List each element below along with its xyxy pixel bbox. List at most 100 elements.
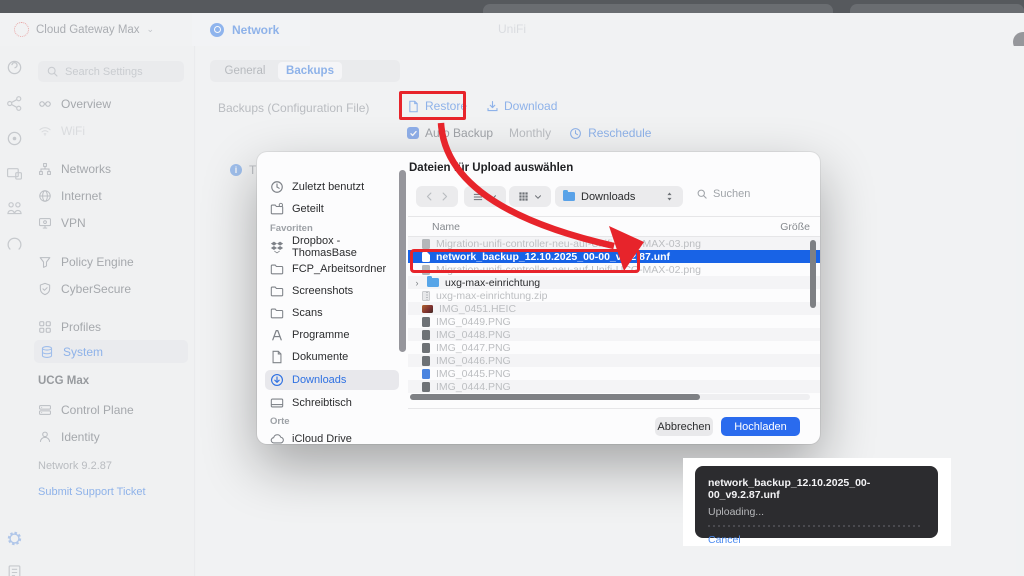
sidebar-item-programme[interactable]: Programme	[270, 326, 393, 344]
sidebar-item-dropbox[interactable]: Dropbox - ThomasBase	[270, 238, 393, 256]
file-name: IMG_0444.PNG	[436, 381, 511, 393]
item-label: iCloud Drive	[292, 433, 352, 445]
sidebar-item-schreibtisch[interactable]: Schreibtisch	[270, 394, 393, 412]
backup-file-icon	[422, 252, 430, 262]
toast-status: Uploading...	[708, 506, 925, 518]
horizontal-scrollbar-track	[410, 394, 810, 400]
file-row[interactable]: IMG_0447.PNG	[408, 341, 820, 354]
item-label: Geteilt	[292, 203, 324, 215]
image-file-icon	[422, 343, 430, 353]
forward-icon[interactable]	[439, 191, 450, 202]
sidebar-item-downloads[interactable]: Downloads	[265, 370, 399, 390]
sidebar-scrollbar[interactable]	[399, 170, 406, 352]
file-name: IMG_0447.PNG	[436, 342, 511, 354]
folder-icon	[563, 192, 575, 201]
image-file-icon	[422, 265, 430, 275]
dialog-search[interactable]	[696, 188, 783, 200]
sidebar-item-icloud-drive[interactable]: iCloud Drive	[270, 430, 393, 448]
dialog-title: Dateien für Upload auswählen	[409, 162, 573, 174]
item-label: Dropbox - ThomasBase	[292, 235, 393, 259]
sidebar-item-shared[interactable]: Geteilt	[270, 200, 393, 218]
item-label: Zuletzt benutzt	[292, 181, 364, 193]
file-name: uxg-max-einrichtung.zip	[436, 290, 547, 302]
vertical-scrollbar[interactable]	[810, 240, 816, 308]
item-label: Programme	[292, 329, 349, 341]
file-upload-dialog: Zuletzt benutzt Geteilt Favoriten Dropbo…	[257, 152, 820, 444]
shared-folder-icon	[270, 202, 284, 216]
sidebar-item-screenshots[interactable]: Screenshots	[270, 282, 393, 300]
list-view-button[interactable]	[464, 186, 506, 207]
places-heading: Orte	[270, 416, 290, 427]
disclosure-chevron-icon[interactable]: ›	[413, 278, 421, 288]
toast-filename: network_backup_12.10.2025_00-00_v9.2.87.…	[708, 477, 925, 501]
dialog-search-input[interactable]	[713, 188, 783, 200]
grid-view-button[interactable]	[509, 186, 551, 207]
downloads-icon	[270, 373, 284, 387]
horizontal-scrollbar[interactable]	[410, 394, 700, 400]
file-row[interactable]: IMG_0445.PNG	[408, 367, 820, 380]
folder-icon	[270, 262, 284, 276]
nav-back-forward	[416, 186, 458, 207]
toast-cancel-link[interactable]: Cancel	[708, 534, 925, 546]
upload-progress-bar	[708, 525, 923, 527]
zip-file-icon	[422, 291, 430, 301]
file-name: Migration-unifi-controller-neu-auf-Unifi…	[436, 264, 701, 276]
file-row[interactable]: IMG_0449.PNG	[408, 315, 820, 328]
file-row[interactable]: IMG_0444.PNG	[408, 380, 820, 393]
screen: Cloud Gateway Max ⌄ Network UniFi Overvi…	[0, 0, 1024, 576]
file-row[interactable]: uxg-max-einrichtung.zip	[408, 289, 820, 302]
image-file-icon	[422, 369, 430, 379]
document-icon	[270, 350, 284, 364]
image-file-icon	[422, 356, 430, 366]
chevron-down-icon	[533, 192, 543, 202]
item-label: Schreibtisch	[292, 397, 352, 409]
browser-tab[interactable]	[483, 4, 833, 13]
file-name: IMG_0446.PNG	[436, 355, 511, 367]
clock-icon	[270, 180, 284, 194]
file-row[interactable]: IMG_0446.PNG	[408, 354, 820, 367]
column-header-name[interactable]: Name	[432, 221, 460, 233]
upload-button[interactable]: Hochladen	[721, 417, 800, 436]
sidebar-item-scans[interactable]: Scans	[270, 304, 393, 322]
sidebar-item-fcp-arbeitsordner[interactable]: FCP_Arbeitsordner	[270, 260, 393, 278]
sidebar-item-recent[interactable]: Zuletzt benutzt	[270, 178, 393, 196]
image-file-icon	[422, 239, 430, 249]
item-label: FCP_Arbeitsordner	[292, 263, 386, 275]
folder-icon	[427, 278, 439, 287]
grid-view-icon	[518, 191, 529, 202]
item-label: Downloads	[292, 374, 346, 386]
file-name: IMG_0451.HEIC	[439, 303, 516, 315]
upload-toast: network_backup_12.10.2025_00-00_v9.2.87.…	[695, 466, 938, 538]
file-row-folder[interactable]: › uxg-max-einrichtung	[408, 276, 820, 289]
cancel-button[interactable]: Abbrechen	[655, 417, 713, 436]
browser-chrome-strip	[0, 0, 1024, 13]
file-name: uxg-max-einrichtung	[445, 277, 540, 289]
file-row[interactable]: Migration-unifi-controller-neu-auf-Unifi…	[408, 263, 820, 276]
sidebar-item-dokumente[interactable]: Dokumente	[270, 348, 393, 366]
item-label: Dokumente	[292, 351, 348, 363]
file-name: IMG_0445.PNG	[436, 368, 511, 380]
file-row[interactable]: IMG_0451.HEIC	[408, 302, 820, 315]
file-list: Migration-unifi-controller-neu-auf-Unifi…	[408, 237, 820, 393]
column-header-size[interactable]: Größe	[780, 221, 810, 233]
file-row-selected[interactable]: network_backup_12.10.2025_00-00_v9.2.87.…	[408, 250, 820, 263]
item-label: Scans	[292, 307, 323, 319]
file-name: IMG_0449.PNG	[436, 316, 511, 328]
dropbox-icon	[270, 240, 284, 254]
search-icon	[696, 188, 708, 200]
file-row[interactable]: Migration-unifi-controller-neu-auf-Unifi…	[408, 237, 820, 250]
back-icon[interactable]	[424, 191, 435, 202]
item-label: Screenshots	[292, 285, 353, 297]
file-row[interactable]: IMG_0448.PNG	[408, 328, 820, 341]
file-name: Migration-unifi-controller-neu-auf-Unifi…	[436, 238, 701, 250]
file-name: IMG_0448.PNG	[436, 329, 511, 341]
upload-toast-inset: network_backup_12.10.2025_00-00_v9.2.87.…	[683, 458, 951, 546]
dialog-sidebar: Zuletzt benutzt Geteilt Favoriten Dropbo…	[257, 152, 407, 444]
desktop-icon	[270, 396, 284, 410]
location-dropdown[interactable]: Downloads	[555, 186, 683, 207]
cloud-icon	[270, 432, 284, 446]
photo-file-icon	[422, 305, 433, 313]
image-file-icon	[422, 382, 430, 392]
browser-tab[interactable]	[850, 4, 1024, 13]
chevron-down-icon	[488, 192, 498, 202]
